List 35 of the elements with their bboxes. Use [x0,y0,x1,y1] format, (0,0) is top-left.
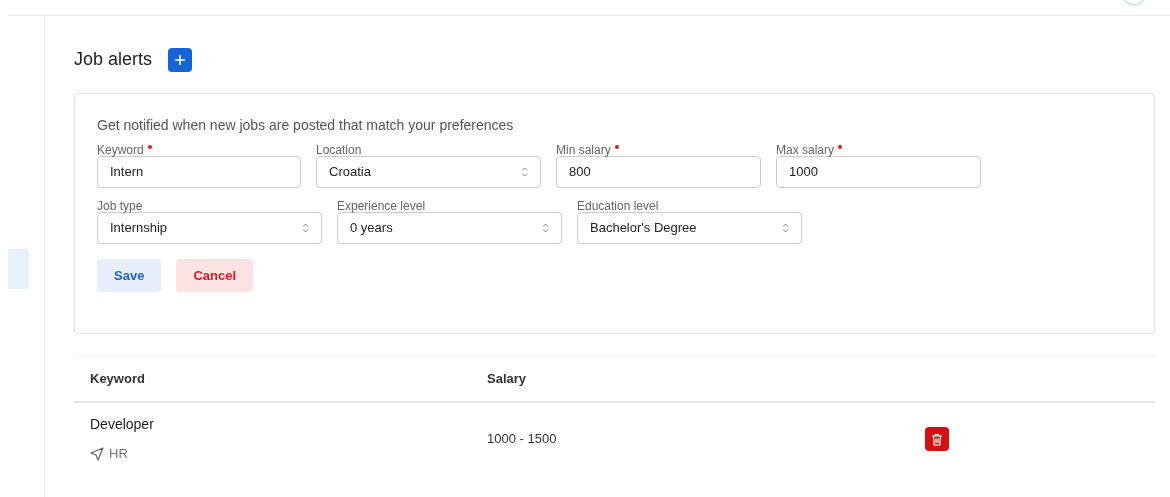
field-label: Min salary [556,143,761,158]
chevron-updown-icon [521,167,528,177]
trash-icon [931,432,943,446]
required-icon [838,145,842,149]
chevron-updown-icon [302,223,309,233]
column-header: Keyword [89,370,146,389]
save-button[interactable]: Save [97,259,162,292]
send-icon [90,447,104,461]
input-field[interactable]: 800 [556,156,761,188]
select-field[interactable]: Internship [97,212,322,244]
add-button[interactable] [168,47,193,72]
channel-label: HR [109,445,128,464]
select-field[interactable]: 0 years [337,212,562,244]
field-label: Max salary [776,143,981,158]
chevron-updown-icon [542,223,549,233]
select-field[interactable]: Croatia [316,156,541,188]
field-label: Experience level [337,199,427,214]
input-field[interactable]: 1000 [776,156,981,188]
form-description: Get notified when new jobs are posted that match your preferences [97,116,515,134]
plus-icon [174,53,187,66]
column-header: Salary [487,370,528,389]
page-title: Job alerts [74,48,153,71]
input-field[interactable]: Intern [97,156,301,188]
chevron-updown-icon [782,223,789,233]
field-label: Location [316,143,363,158]
keyword-cell-text: Developer [90,415,155,435]
select-field[interactable]: Bachelor's Degree [577,212,802,244]
salary-cell-text: 1000 - 1500 [487,430,558,449]
field-label: Keyword [97,143,301,158]
field-label: Education level [577,199,660,214]
delete-button[interactable] [925,427,949,451]
cancel-button[interactable]: Cancel [176,259,253,292]
required-icon [614,145,619,149]
required-icon [147,145,152,149]
field-label: Job type [97,199,144,214]
